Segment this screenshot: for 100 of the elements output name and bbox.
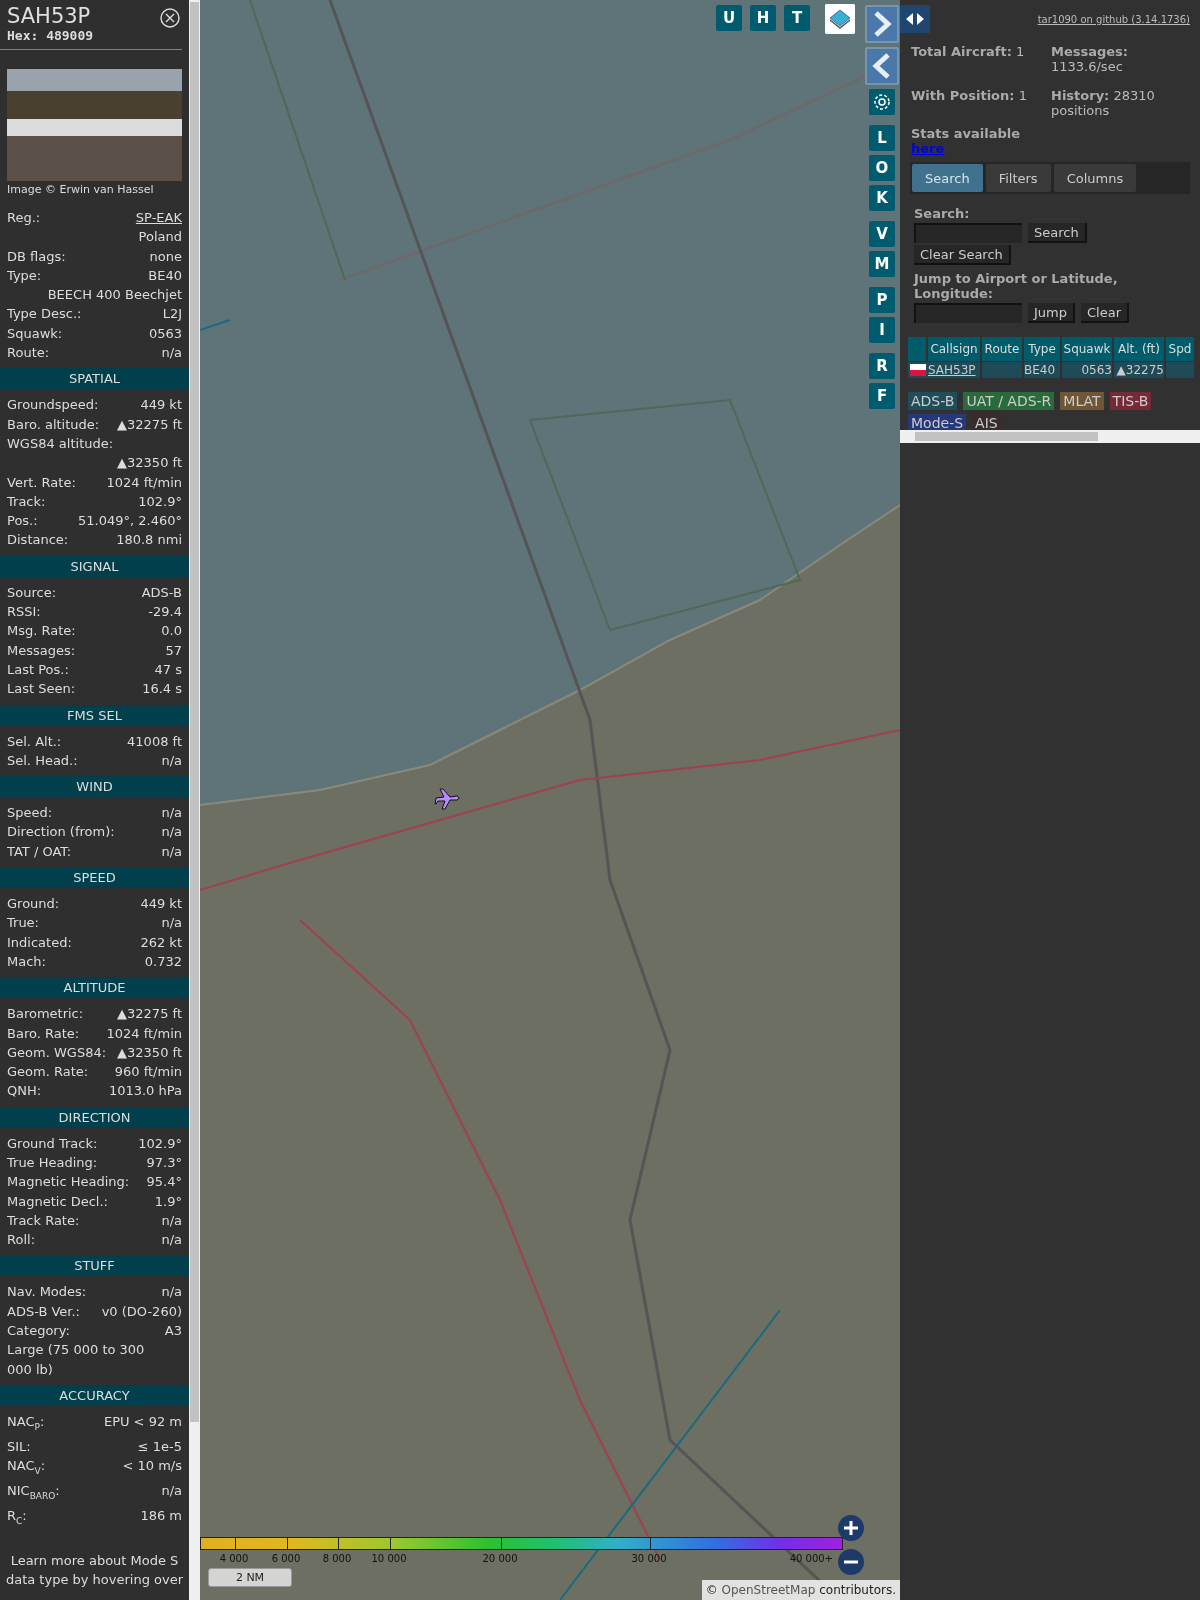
map-toggle-button[interactable]: U [716,5,742,31]
column-header[interactable]: Spd [1166,337,1194,361]
field-value: n/a [161,823,182,842]
scrollbar[interactable] [189,0,200,1600]
clear-button[interactable]: Clear [1081,303,1129,323]
field-label: Track: [7,492,46,511]
field-label: Groundspeed: [7,396,99,415]
altitude-label: 40 000+ [789,1553,833,1564]
jump-button[interactable]: Jump [1028,303,1075,323]
photo-credit: Image © Erwin van Hassel [7,183,154,196]
field-label: Mach: [7,952,46,971]
field-label: NAC$_{P}$: [7,1412,45,1434]
field-value: 47 s [154,660,182,679]
field-label: Route: [7,344,50,363]
field-label: Geom. Rate: [7,1063,89,1082]
column-header[interactable]: Type [1024,337,1060,361]
map-toggle-button[interactable]: I [869,317,895,343]
field-value: n/a [161,842,182,861]
section-header: ALTITUDE [0,977,189,999]
zoom-in-icon[interactable] [838,1515,864,1541]
map-toggle-button[interactable]: V [869,221,895,247]
tab[interactable]: Filters [985,164,1051,192]
field-label: Magnetic Decl.: [7,1192,108,1211]
map-toggle-button[interactable]: O [869,155,895,181]
field-value: ▲32275 ft [117,415,182,434]
field-label: Ground Track: [7,1134,98,1153]
airplane-icon[interactable] [434,786,462,812]
field-label: QNH: [7,1082,42,1101]
map-toggle-button[interactable]: P [869,287,895,313]
field-value: n/a [161,1231,182,1250]
field-label: ADS-B Ver.: [7,1302,80,1321]
field-value: 0.0 [161,622,182,641]
field-value: 1.9° [154,1192,182,1211]
field-label: Type Desc.: [7,305,82,324]
map-attribution: © OpenStreetMap contributors. [701,1580,900,1600]
stat-text: Messages: 1133.6/sec [1051,44,1130,74]
column-header[interactable]: Route [982,337,1022,361]
field-value: EPU < 92 m [103,1412,182,1431]
map-toggle-button[interactable]: M [869,251,895,277]
field-value: n/a [161,1283,182,1302]
map-toggle-button[interactable]: K [869,185,895,211]
tab[interactable]: Search [912,164,983,192]
field-label: Roll: [7,1231,35,1250]
field-label: Speed: [7,804,53,823]
field-label: Large (75 000 to 300 000 lb) [7,1341,146,1379]
field-label: Baro. Rate: [7,1024,80,1043]
collapse-icon[interactable] [865,47,899,85]
close-icon[interactable] [160,8,180,28]
field-value: -29.4 [148,603,182,622]
stats-text: Stats available [911,126,1021,141]
map-toggle-button[interactable]: F [869,383,895,409]
section-header: ACCURACY [0,1384,189,1406]
field-label: Geom. WGS84: [7,1043,107,1062]
field-label: TAT / OAT: [7,842,72,861]
openstreetmap-link[interactable]: OpenStreetMap [721,1583,816,1597]
clear-search-button[interactable]: Clear Search [914,245,1011,265]
github-link[interactable]: tar1090 on github (3.14.1736) [1037,14,1190,25]
field-label: NIC$_{BARO}$: [7,1482,60,1503]
altitude-label: 30 000 [631,1553,667,1564]
field-value: 0.732 [144,952,182,971]
column-header[interactable]: Alt. (ft) [1114,337,1164,361]
field-value: 960 ft/min [114,1063,182,1082]
tab[interactable]: Columns [1053,164,1137,192]
field-label: Sel. Head.: [7,751,78,770]
field-label: True Heading: [7,1154,98,1172]
field-value: 449 kt [140,895,182,913]
field-label: SIL: [7,1437,31,1456]
zoom-out-icon[interactable] [838,1549,864,1575]
field-value: 95.4° [146,1173,182,1192]
map-toggle-button[interactable]: L [869,125,895,151]
field-value: Poland [138,228,182,247]
field-value: v0 (DO-260) [101,1302,182,1321]
field-value: 0563 [148,324,182,343]
field-value: < 10 m/s [122,1457,182,1476]
jump-field[interactable] [914,303,1022,323]
section-header: SPATIAL [0,368,189,390]
field-label: Distance: [7,531,69,550]
search-field[interactable] [914,223,1022,243]
column-header[interactable]: Callsign [928,337,980,361]
source-tag: MLAT [1060,392,1104,410]
altitude-label: 8 000 [322,1553,352,1564]
field-value: 41008 ft [127,732,182,751]
field-label: Sel. Alt.: [7,732,62,751]
expand-icon[interactable] [865,5,899,43]
column-header[interactable]: Squawk [1062,337,1112,361]
field-value: 1024 ft/min [106,1024,182,1043]
settings-icon[interactable] [869,89,895,115]
map-toggle-button[interactable]: R [869,353,895,379]
field-value: ▲32350 ft [117,454,182,473]
section-header: SPEED [0,867,189,888]
map-toggle-button[interactable]: H [750,5,776,31]
registration-link[interactable]: SP-EAK [135,208,182,228]
scrollbar[interactable] [900,430,1200,443]
map-toggle-button[interactable]: T [784,5,810,31]
field-value: n/a [161,751,182,770]
layers-icon[interactable] [825,4,855,34]
field-label: Ground: [7,895,60,913]
field-value: ▲32275 ft [117,1005,182,1024]
search-button[interactable]: Search [1028,223,1087,243]
section-header: SIGNAL [0,555,189,577]
